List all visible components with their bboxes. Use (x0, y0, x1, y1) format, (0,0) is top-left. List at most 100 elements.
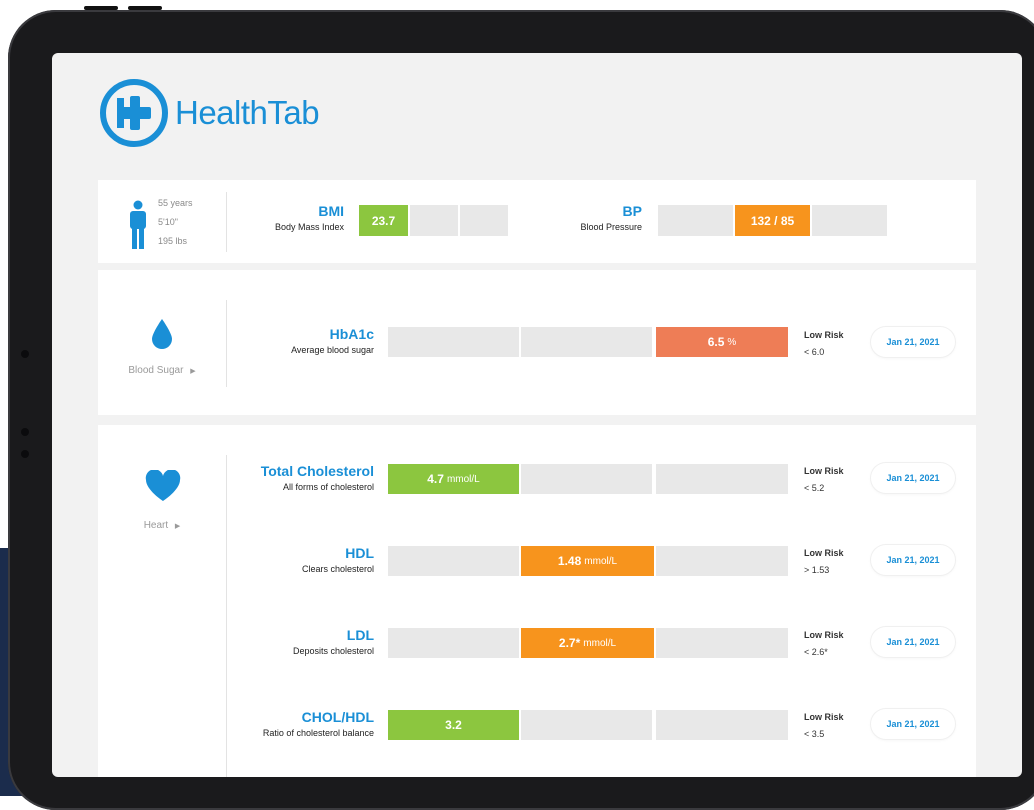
heart-category-link[interactable]: Heart ▶ (98, 520, 226, 531)
chevron-right-icon: ▶ (174, 523, 181, 530)
chol-hdl-range-segment (656, 710, 788, 740)
bmi-value: 23.7 (371, 213, 396, 228)
divider (226, 300, 227, 387)
ldl-label: LDL Deposits cholesterol (238, 627, 374, 656)
healthtab-cross-logo-icon (100, 79, 168, 147)
bmi-range-segment (410, 205, 458, 236)
ldl-risk: Low Risk < 2.6* (804, 627, 844, 661)
hdl-range-segment (388, 546, 519, 576)
hba1c-unit: % (727, 336, 737, 348)
ldl-risk-label: Low Risk (804, 630, 844, 640)
chol-hdl-value: 3.2 (445, 718, 462, 732)
bmi-subtitle: Body Mass Index (274, 222, 344, 232)
hba1c-date: Jan 21, 2021 (886, 337, 940, 347)
bmi-label: BMI Body Mass Index (248, 203, 344, 232)
hba1c-range-segment (521, 327, 652, 357)
hdl-title: HDL (345, 545, 374, 561)
ldl-range-segment (656, 628, 788, 658)
bp-range-segment (812, 205, 887, 236)
chol-hdl-date-pill[interactable]: Jan 21, 2021 (871, 709, 955, 739)
hba1c-value-bar[interactable]: 6.5 % (656, 327, 788, 357)
ldl-date: Jan 21, 2021 (886, 637, 940, 647)
hba1c-label: HbA1c Average blood sugar (248, 326, 374, 355)
total-cholesterol-threshold: < 5.2 (804, 483, 825, 493)
bmi-range-segment (460, 205, 508, 236)
chol-hdl-subtitle: Ratio of cholesterol balance (262, 728, 374, 738)
total-cholesterol-value-bar[interactable]: 4.7 mmol/L (388, 464, 519, 494)
divider (226, 455, 227, 777)
total-cholesterol-label: Total Cholesterol All forms of cholester… (238, 463, 374, 492)
total-cholesterol-value: 4.7 (427, 472, 444, 486)
ldl-threshold: < 2.6* (804, 647, 828, 657)
heart-label: Heart (143, 520, 169, 531)
hba1c-risk-label: Low Risk (804, 330, 844, 340)
chevron-right-icon: ▶ (190, 368, 196, 375)
height-value: 5'10" (158, 217, 178, 227)
ldl-unit: mmol/L (583, 637, 617, 649)
hdl-value: 1.48 (557, 554, 582, 568)
chol-hdl-value-bar[interactable]: 3.2 (388, 710, 519, 740)
hba1c-date-pill[interactable]: Jan 21, 2021 (871, 327, 955, 357)
total-cholesterol-subtitle: All forms of cholesterol (282, 482, 374, 492)
side-sensor-3 (21, 450, 29, 458)
hdl-risk: Low Risk > 1.53 (804, 545, 844, 579)
side-sensor (21, 350, 29, 358)
profile-stats: 55 years 5'10" 195 lbs (158, 194, 193, 251)
divider (226, 192, 227, 252)
chol-hdl-range-segment (521, 710, 652, 740)
total-cholesterol-title: Total Cholesterol (260, 463, 374, 479)
app-logo[interactable]: HealthTab (99, 78, 320, 148)
heart-icon (145, 470, 181, 501)
ldl-date-pill[interactable]: Jan 21, 2021 (871, 627, 955, 657)
ldl-value-bar[interactable]: 2.7* mmol/L (521, 628, 654, 658)
hdl-subtitle: Clears cholesterol (301, 564, 374, 574)
bp-title: BP (622, 203, 642, 219)
hdl-threshold: > 1.53 (804, 565, 830, 575)
tablet-frame: HealthTab 55 years 5'10" 195 lbs BMI Bod… (8, 6, 1034, 810)
chol-hdl-risk-label: Low Risk (804, 712, 844, 722)
top-button-2 (128, 6, 162, 10)
bp-value-bar[interactable]: 132 / 85 (735, 205, 810, 236)
total-cholesterol-range-segment (656, 464, 788, 494)
bmi-title: BMI (318, 203, 344, 219)
age-value: 55 years (158, 198, 193, 208)
bp-value: 132 / 85 (750, 213, 795, 228)
vitals-card: 55 years 5'10" 195 lbs BMI Body Mass Ind… (98, 180, 976, 263)
chol-hdl-title: CHOL/HDL (301, 709, 374, 725)
blood-sugar-category-link[interactable]: Blood Sugar ▶ (98, 365, 226, 376)
hba1c-title: HbA1c (329, 326, 374, 342)
bmi-value-bar[interactable]: 23.7 (359, 205, 408, 236)
ldl-title: LDL (346, 627, 374, 643)
total-cholesterol-risk-label: Low Risk (804, 466, 844, 476)
blood-drop-icon (152, 319, 172, 349)
hdl-label: HDL Clears cholesterol (238, 545, 374, 574)
person-icon (130, 200, 146, 249)
hba1c-range-segment (388, 327, 519, 357)
total-cholesterol-date-pill[interactable]: Jan 21, 2021 (871, 463, 955, 493)
hdl-value-bar[interactable]: 1.48 mmol/L (521, 546, 654, 576)
bp-range-segment (658, 205, 733, 236)
blood-sugar-card: Blood Sugar ▶ HbA1c Average blood sugar … (98, 270, 976, 415)
hdl-date-pill[interactable]: Jan 21, 2021 (871, 545, 955, 575)
bp-label: BP Blood Pressure (548, 203, 642, 232)
hba1c-threshold: < 6.0 (804, 347, 825, 357)
chol-hdl-date: Jan 21, 2021 (886, 719, 940, 729)
total-cholesterol-risk: Low Risk < 5.2 (804, 463, 844, 497)
bp-subtitle: Blood Pressure (580, 222, 642, 232)
ldl-range-segment (388, 628, 519, 658)
ldl-subtitle: Deposits cholesterol (292, 646, 374, 656)
total-cholesterol-range-segment (521, 464, 652, 494)
weight-value: 195 lbs (158, 236, 188, 246)
chol-hdl-label: CHOL/HDL Ratio of cholesterol balance (228, 709, 374, 738)
side-sensor-2 (21, 428, 29, 436)
total-cholesterol-date: Jan 21, 2021 (886, 473, 940, 483)
app-screen: HealthTab 55 years 5'10" 195 lbs BMI Bod… (52, 53, 1022, 777)
total-cholesterol-unit: mmol/L (446, 473, 480, 485)
ldl-value: 2.7* (558, 636, 581, 650)
heart-card: Heart ▶ Total Cholesterol All forms of c… (98, 425, 976, 777)
chol-hdl-risk: Low Risk < 3.5 (804, 709, 844, 743)
hdl-risk-label: Low Risk (804, 548, 844, 558)
hba1c-subtitle: Average blood sugar (291, 345, 374, 355)
top-button (84, 6, 118, 10)
chol-hdl-threshold: < 3.5 (804, 729, 825, 739)
